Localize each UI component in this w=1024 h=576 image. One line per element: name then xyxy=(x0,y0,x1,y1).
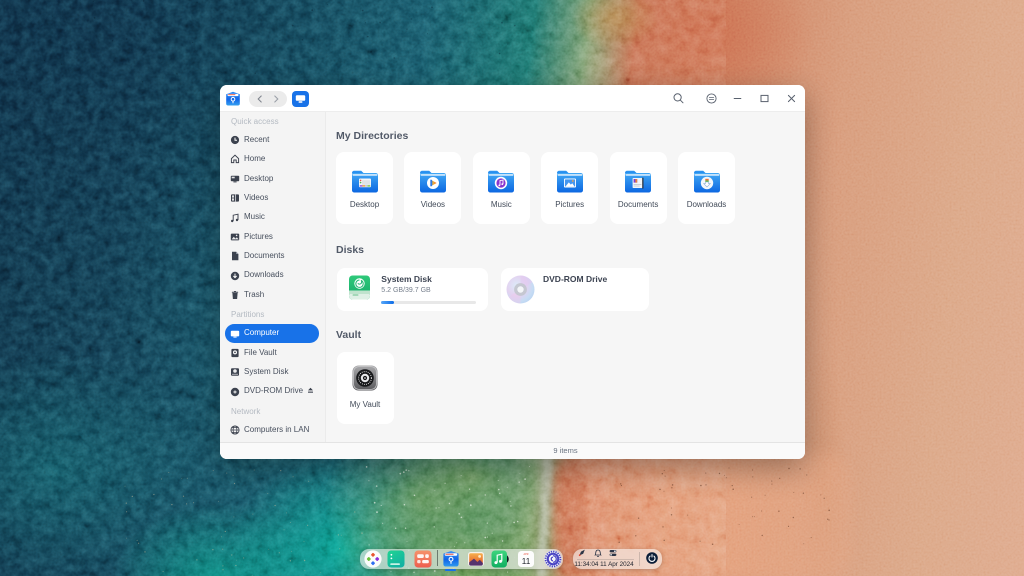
svg-text:11: 11 xyxy=(522,556,531,565)
svg-text:APR: APR xyxy=(524,552,529,555)
